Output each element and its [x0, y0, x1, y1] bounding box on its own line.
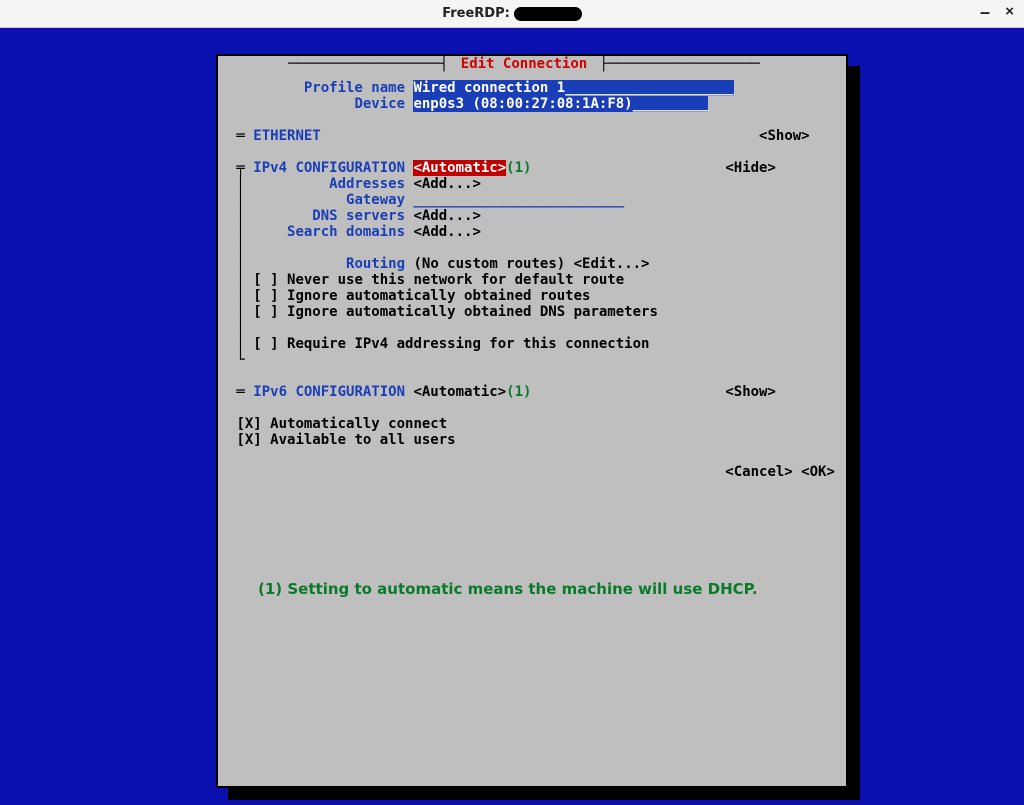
- panel-title-text: Edit Connection: [457, 56, 591, 72]
- remote-desktop-background: ──────────────────┤ Edit Connection ├───…: [0, 28, 1024, 805]
- ipv6-mode-select[interactable]: <Automatic>: [413, 384, 506, 400]
- gateway-input[interactable]: _________________________: [413, 192, 624, 208]
- device-label: Device: [354, 96, 405, 112]
- routing-edit-button[interactable]: <Edit...>: [574, 256, 650, 272]
- ignore-dns-checkbox[interactable]: [ ] Ignore automatically obtained DNS pa…: [253, 304, 658, 320]
- note-marker-2: (1): [506, 384, 531, 400]
- addresses-add-button[interactable]: <Add...>: [413, 176, 480, 192]
- ipv4-section: IPv4 CONFIGURATION: [253, 160, 405, 176]
- ethernet-section: ETHERNET: [253, 128, 320, 144]
- ok-button[interactable]: <OK>: [801, 464, 835, 480]
- search-domains-label: Search domains: [287, 224, 405, 240]
- window-close-button[interactable]: ×: [1005, 3, 1014, 20]
- ipv4-hide-button[interactable]: <Hide>: [725, 160, 776, 176]
- ipv6-section: IPv6 CONFIGURATION: [253, 384, 405, 400]
- gateway-label: Gateway: [346, 192, 405, 208]
- ipv4-mode-select[interactable]: <Automatic>: [413, 160, 506, 176]
- window-titlebar: FreeRDP: – ×: [0, 0, 1024, 28]
- edit-connection-panel: ──────────────────┤ Edit Connection ├───…: [216, 54, 848, 788]
- cancel-button[interactable]: <Cancel>: [725, 464, 792, 480]
- never-default-checkbox[interactable]: [ ] Never use this network for default r…: [253, 272, 624, 288]
- ipv6-show-button[interactable]: <Show>: [725, 384, 776, 400]
- profile-name-input[interactable]: Wired connection 1____________________: [413, 80, 733, 96]
- addresses-label: Addresses: [329, 176, 405, 192]
- footnote: (1) Setting to automatic means the machi…: [258, 580, 758, 598]
- ignore-routes-checkbox[interactable]: [ ] Ignore automatically obtained routes: [253, 288, 590, 304]
- routing-label: Routing: [346, 256, 405, 272]
- panel-title: ──────────────────┤ Edit Connection ├───…: [228, 56, 820, 72]
- window-title-redacted: [514, 7, 582, 21]
- window-title-prefix: FreeRDP:: [442, 6, 510, 21]
- routing-value: (No custom routes): [413, 256, 565, 272]
- ethernet-show-button[interactable]: <Show>: [759, 128, 810, 144]
- tui-form: Profile name Wired connection 1_________…: [228, 80, 834, 480]
- autoconnect-checkbox[interactable]: [X] Automatically connect: [236, 416, 447, 432]
- window-minimize-button[interactable]: –: [980, 2, 990, 23]
- search-add-button[interactable]: <Add...>: [413, 224, 480, 240]
- profile-name-label: Profile name: [304, 80, 405, 96]
- note-marker-1: (1): [506, 160, 531, 176]
- require-ipv4-checkbox[interactable]: [ ] Require IPv4 addressing for this con…: [253, 336, 649, 352]
- dns-add-button[interactable]: <Add...>: [413, 208, 480, 224]
- all-users-checkbox[interactable]: [X] Available to all users: [236, 432, 455, 448]
- dns-label: DNS servers: [312, 208, 405, 224]
- device-input[interactable]: enp0s3 (08:00:27:08:1A:F8)_________: [413, 96, 708, 112]
